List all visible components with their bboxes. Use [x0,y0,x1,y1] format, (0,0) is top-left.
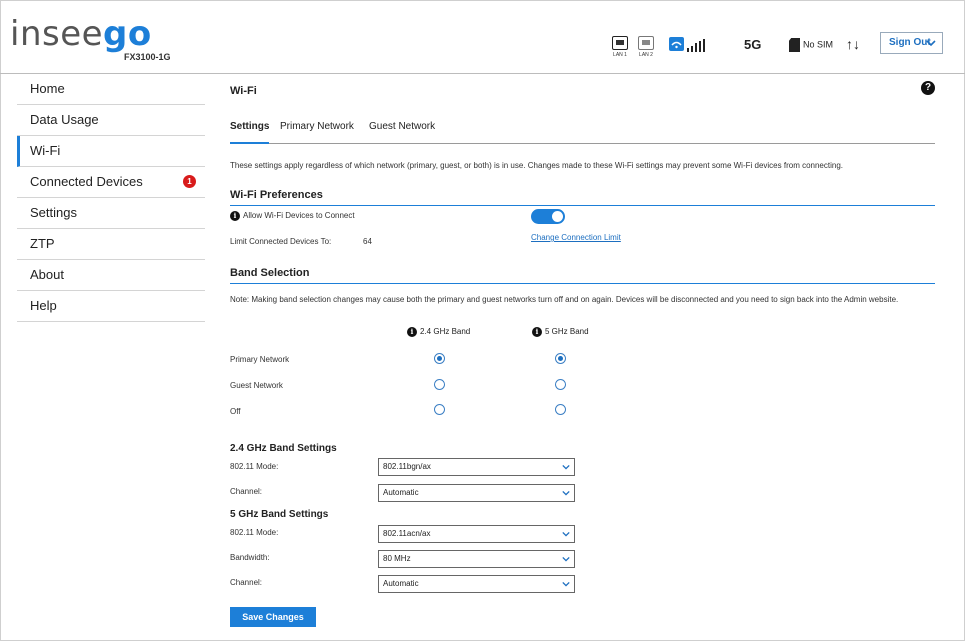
band5-channel-label: Channel: [230,578,263,587]
band24-channel-label: Channel: [230,487,263,496]
lan1-label: LAN 1 [613,52,627,58]
band-5-label: 5 GHz Band [545,327,589,337]
off-5-radio[interactable] [555,404,566,415]
band-24-header: i 2.4 GHz Band [407,327,470,337]
intro-text: These settings apply regardless of which… [230,161,843,170]
inseego-logo: inseego [10,14,152,54]
band24-channel-select[interactable]: Automatic [378,484,575,502]
primary-network-label: Primary Network [230,355,290,364]
band5-bandwidth-label: Bandwidth: [230,553,270,562]
info-icon[interactable]: i [532,327,542,337]
chevron-down-icon [562,581,570,587]
chevron-down-icon [926,33,936,60]
guest-24-radio[interactable] [434,379,445,390]
device-model: FX3100-1G [124,52,171,62]
sidebar-item-connected-devices[interactable]: Connected Devices 1 [17,167,205,198]
lan1-status: LAN 1 [612,36,628,58]
sidebar-item-label: Connected Devices [30,174,143,189]
band24-mode-select[interactable]: 802.11bgn/ax [378,458,575,476]
tab-settings[interactable]: Settings [230,121,270,144]
chevron-down-icon [562,464,570,470]
wifi-preferences-heading: Wi-Fi Preferences [230,189,323,201]
band-selection-heading: Band Selection [230,267,310,279]
tab-primary-network[interactable]: Primary Network [280,121,354,142]
save-changes-button[interactable]: Save Changes [230,607,316,627]
sidebar-item-help[interactable]: Help [17,291,205,322]
divider [230,283,935,284]
sidebar-item-settings[interactable]: Settings [17,198,205,229]
guest-network-label: Guest Network [230,381,283,390]
sidebar-item-label: Help [30,298,57,313]
select-value: 802.11bgn/ax [383,462,431,471]
sim-status-label: No SIM [803,39,834,50]
select-value: Automatic [383,488,419,497]
sidebar-item-data-usage[interactable]: Data Usage [17,105,205,136]
chevron-down-icon [562,490,570,496]
data-transfer-icon: ↑↓ [846,36,860,52]
limit-devices-value: 64 [363,237,372,246]
sidebar-item-label: ZTP [30,236,55,251]
sidebar-item-label: Wi-Fi [30,143,61,158]
limit-devices-label: Limit Connected Devices To: [230,237,332,246]
band5-bandwidth-select[interactable]: 80 MHz [378,550,575,568]
ethernet-port-icon [638,36,654,50]
sidebar-nav: Home Data Usage Wi-Fi Connected Devices 1… [17,74,205,322]
allow-devices-label: i Allow Wi-Fi Devices to Connect [230,211,355,221]
info-icon[interactable]: i [407,327,417,337]
info-icon[interactable]: i [230,211,240,221]
select-value: 802.11acn/ax [383,529,431,538]
off-label: Off [230,407,241,416]
toggle-knob [552,211,563,222]
lan2-status: LAN 2 [638,36,654,58]
tab-bar: Settings Primary Network Guest Network [230,121,935,144]
sim-card-icon [789,38,800,52]
chevron-down-icon [562,531,570,537]
band5-channel-select[interactable]: Automatic [378,575,575,593]
band-5-header: i5 GHz Band [532,327,589,337]
sign-out-label: Sign Out [889,37,931,48]
help-icon[interactable]: ? [921,81,935,95]
band-selection-note: Note: Making band selection changes may … [230,295,899,304]
notification-badge: 1 [183,175,196,188]
sign-out-button[interactable]: Sign Out [880,32,943,54]
sim-status: No SIM [789,38,833,52]
header: inseego FX3100-1G LAN 1 LAN 2 5G No SIM … [0,0,965,74]
band-24-label: 2.4 GHz Band [420,327,471,337]
band24-settings-heading: 2.4 GHz Band Settings [230,443,337,454]
sidebar-item-about[interactable]: About [17,260,205,291]
sidebar-item-label: About [30,267,64,282]
band5-mode-label: 802.11 Mode: [230,528,279,537]
lan2-label: LAN 2 [639,52,653,58]
logo-text: insee [10,14,104,54]
tab-guest-network[interactable]: Guest Network [369,121,435,142]
sidebar-item-ztp[interactable]: ZTP [17,229,205,260]
sidebar-item-label: Home [30,81,65,96]
off-24-radio[interactable] [434,404,445,415]
chevron-down-icon [562,556,570,562]
wifi-status-icon [669,37,684,51]
allow-devices-toggle[interactable] [531,209,565,224]
change-connection-limit-link[interactable]: Change Connection Limit [531,233,621,242]
allow-devices-text: Allow Wi-Fi Devices to Connect [243,211,355,221]
page-title: Wi-Fi [230,85,257,97]
select-value: 80 MHz [383,554,411,563]
band5-settings-heading: 5 GHz Band Settings [230,509,329,520]
guest-5-radio[interactable] [555,379,566,390]
select-value: Automatic [383,579,419,588]
network-type: 5G [744,37,762,52]
sidebar-item-label: Settings [30,205,77,220]
primary-5-radio[interactable] [555,353,566,364]
sidebar-item-wifi[interactable]: Wi-Fi [17,136,205,167]
primary-24-radio[interactable] [434,353,445,364]
band24-mode-label: 802.11 Mode: [230,462,279,471]
signal-strength-icon [687,38,705,52]
ethernet-port-icon [612,36,628,50]
logo-accent: go [103,14,152,54]
band5-mode-select[interactable]: 802.11acn/ax [378,525,575,543]
sidebar-item-home[interactable]: Home [17,74,205,105]
divider [230,205,935,206]
sidebar-item-label: Data Usage [30,112,99,127]
